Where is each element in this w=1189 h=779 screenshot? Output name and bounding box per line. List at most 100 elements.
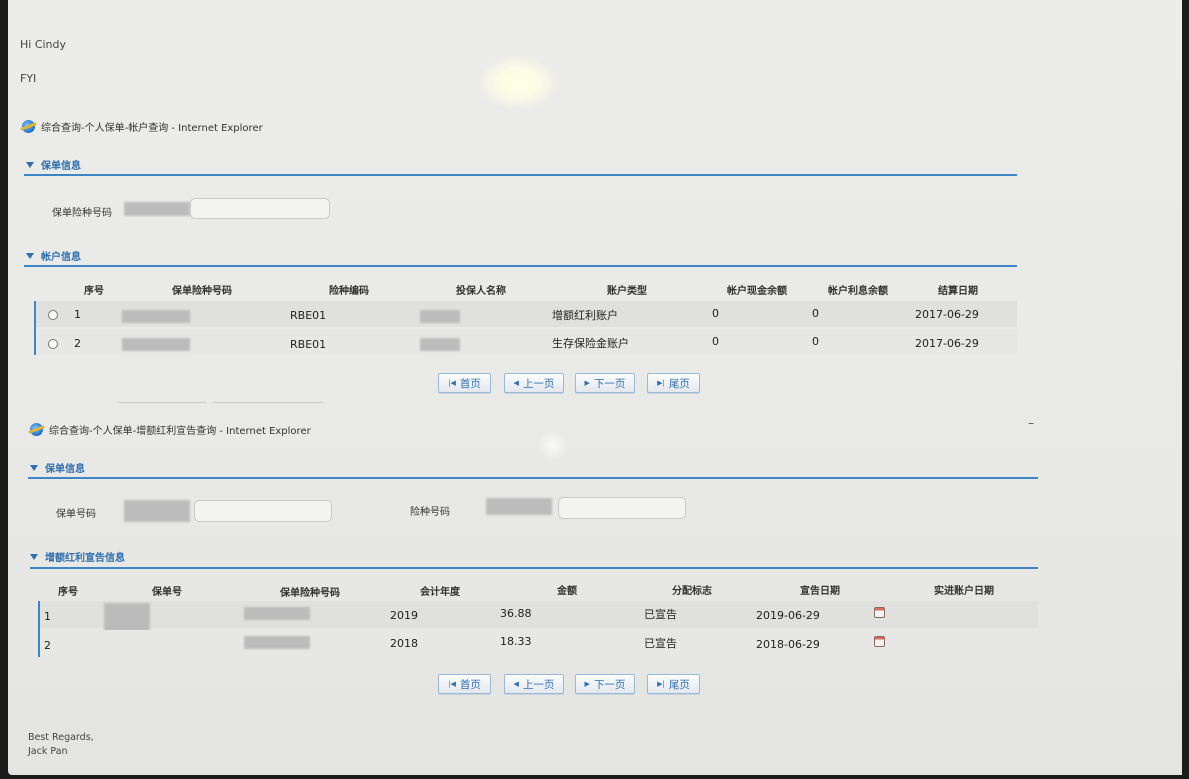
next-page-button[interactable]: ▶ 下一页 bbox=[575, 674, 635, 694]
row-declare-date: 2018-06-29 bbox=[756, 638, 820, 651]
policy-info-label-2: 保单信息 bbox=[45, 464, 85, 475]
redacted-value bbox=[244, 607, 310, 620]
col-seq: 序号 bbox=[84, 286, 104, 297]
col-credited-date: 实进账户日期 bbox=[934, 586, 994, 597]
last-page-label: 尾页 bbox=[668, 678, 690, 691]
next-page-button[interactable]: ▶ 下一页 bbox=[575, 373, 635, 393]
bonus-info-header[interactable]: 增额红利宣告信息 bbox=[30, 549, 125, 564]
row-allocation-flag: 已宣告 bbox=[644, 608, 677, 621]
last-page-icon: ▶| bbox=[657, 680, 665, 688]
row-fiscal-year: 2018 bbox=[390, 637, 418, 650]
col-applicant-name: 投保人名称 bbox=[456, 286, 506, 297]
account-info-header[interactable]: 帐户信息 bbox=[26, 248, 81, 263]
row-radio[interactable] bbox=[48, 310, 58, 320]
redacted-value bbox=[124, 500, 190, 522]
section-divider bbox=[28, 477, 1038, 479]
row-amount: 36.88 bbox=[500, 607, 532, 620]
table-row[interactable]: 1 RBE01 增额红利账户 0 0 2017-06-29 bbox=[34, 301, 1017, 327]
redacted-value bbox=[420, 310, 460, 323]
next-page-label: 下一页 bbox=[593, 678, 626, 691]
redacted-value bbox=[122, 338, 190, 351]
screen-glare bbox=[478, 55, 558, 110]
calendar-icon[interactable] bbox=[874, 607, 885, 618]
window1-title-bar: 综合查询-个人保单-帐户查询 - Internet Explorer bbox=[22, 119, 263, 134]
row-seq: 1 bbox=[74, 308, 81, 321]
section-divider bbox=[24, 265, 1017, 267]
risk-code-label: 险种号码 bbox=[410, 507, 450, 518]
policy-risk-no-field[interactable] bbox=[190, 198, 330, 219]
col-account-type: 账户类型 bbox=[607, 286, 647, 297]
prev-page-label: 上一页 bbox=[522, 678, 555, 691]
table-row[interactable]: 2 RBE01 生存保险金账户 0 0 2017-06-29 bbox=[34, 329, 1017, 355]
row-risk-code: RBE01 bbox=[290, 309, 327, 322]
first-page-icon: |◀ bbox=[448, 379, 456, 387]
signoff: Best Regards, bbox=[28, 732, 94, 743]
policy-info-header[interactable]: 保单信息 bbox=[26, 157, 81, 172]
redacted-value bbox=[122, 310, 190, 323]
prev-page-button[interactable]: ◀ 上一页 bbox=[504, 674, 564, 694]
policy-info-header-2[interactable]: 保单信息 bbox=[30, 460, 85, 475]
last-page-button[interactable]: ▶| 尾页 bbox=[647, 674, 700, 694]
row-settle-date: 2017-06-29 bbox=[915, 337, 979, 350]
row-seq: 2 bbox=[44, 639, 51, 652]
table-row[interactable]: 1 2019 36.88 已宣告 2019-06-29 bbox=[38, 601, 1038, 655]
risk-code-field[interactable] bbox=[558, 497, 686, 519]
faint-divider bbox=[118, 402, 206, 403]
account-info-label: 帐户信息 bbox=[41, 252, 81, 263]
prev-page-label: 上一页 bbox=[522, 377, 555, 390]
first-page-button[interactable]: |◀ 首页 bbox=[438, 373, 491, 393]
window2-title: 综合查询-个人保单-增额红利宣告查询 - Internet Explorer bbox=[49, 426, 311, 437]
next-page-label: 下一页 bbox=[593, 377, 626, 390]
email-body: Hi Cindy FYI 综合查询-个人保单-帐户查询 - Internet E… bbox=[8, 0, 1182, 775]
prev-page-button[interactable]: ◀ 上一页 bbox=[504, 373, 564, 393]
row-seq: 1 bbox=[44, 610, 51, 623]
policy-info-label: 保单信息 bbox=[41, 161, 81, 172]
table-row[interactable]: 2 2018 18.33 已宣告 2018-06-29 bbox=[38, 630, 1038, 657]
first-page-label: 首页 bbox=[459, 377, 481, 390]
col-seq: 序号 bbox=[58, 587, 78, 598]
first-page-icon: |◀ bbox=[448, 680, 456, 688]
policy-no-field[interactable] bbox=[194, 500, 332, 522]
collapse-triangle-icon bbox=[30, 464, 38, 471]
prev-page-icon: ◀ bbox=[513, 379, 519, 387]
col-interest-balance: 帐户利息余额 bbox=[828, 286, 888, 297]
row-selection-bar bbox=[34, 301, 36, 355]
calendar-icon[interactable] bbox=[874, 636, 885, 647]
collapse-triangle-icon bbox=[26, 161, 34, 168]
row-selection-bar bbox=[38, 601, 40, 657]
minimize-button[interactable]: – bbox=[1028, 416, 1034, 430]
internet-explorer-icon bbox=[22, 120, 35, 133]
section-divider bbox=[30, 567, 1038, 569]
col-policy-risk-no: 保单险种号码 bbox=[280, 588, 340, 599]
first-page-button[interactable]: |◀ 首页 bbox=[438, 674, 491, 694]
row-declare-date: 2019-06-29 bbox=[756, 609, 820, 622]
row-account-type: 生存保险金账户 bbox=[552, 337, 629, 350]
first-page-label: 首页 bbox=[459, 678, 481, 691]
faint-divider bbox=[213, 402, 323, 403]
last-page-button[interactable]: ▶| 尾页 bbox=[647, 373, 700, 393]
row-interest-balance: 0 bbox=[812, 335, 819, 348]
fyi-text: FYI bbox=[20, 72, 37, 85]
col-declare-date: 宣告日期 bbox=[800, 586, 840, 597]
row-seq: 2 bbox=[74, 337, 81, 350]
col-policy-risk-no: 保单险种号码 bbox=[172, 286, 232, 297]
screen-glare bbox=[538, 430, 568, 460]
account-table-header: 序号 保单险种号码 险种编码 投保人名称 账户类型 帐户现金余额 帐户利息余额 … bbox=[24, 276, 1017, 298]
prev-page-icon: ◀ bbox=[513, 680, 519, 688]
bonus-table-header: 序号 保单号 保单险种号码 会计年度 金额 分配标志 宣告日期 实进账户日期 bbox=[30, 576, 1038, 600]
signature: Jack Pan bbox=[28, 746, 68, 757]
window2-title-bar: 综合查询-个人保单-增额红利宣告查询 - Internet Explorer bbox=[30, 422, 311, 437]
window1-title: 综合查询-个人保单-帐户查询 - Internet Explorer bbox=[41, 123, 263, 134]
last-page-label: 尾页 bbox=[668, 377, 690, 390]
row-radio[interactable] bbox=[48, 339, 58, 349]
row-cash-balance: 0 bbox=[712, 307, 719, 320]
row-fiscal-year: 2019 bbox=[390, 609, 418, 622]
col-settle-date: 结算日期 bbox=[938, 286, 978, 297]
collapse-triangle-icon bbox=[26, 252, 34, 259]
row-cash-balance: 0 bbox=[712, 335, 719, 348]
redacted-value bbox=[420, 338, 460, 351]
policy-risk-no-label: 保单险种号码 bbox=[52, 208, 112, 219]
row-account-type: 增额红利账户 bbox=[552, 309, 618, 322]
row-allocation-flag: 已宣告 bbox=[644, 637, 677, 650]
col-policy-no: 保单号 bbox=[152, 587, 182, 598]
